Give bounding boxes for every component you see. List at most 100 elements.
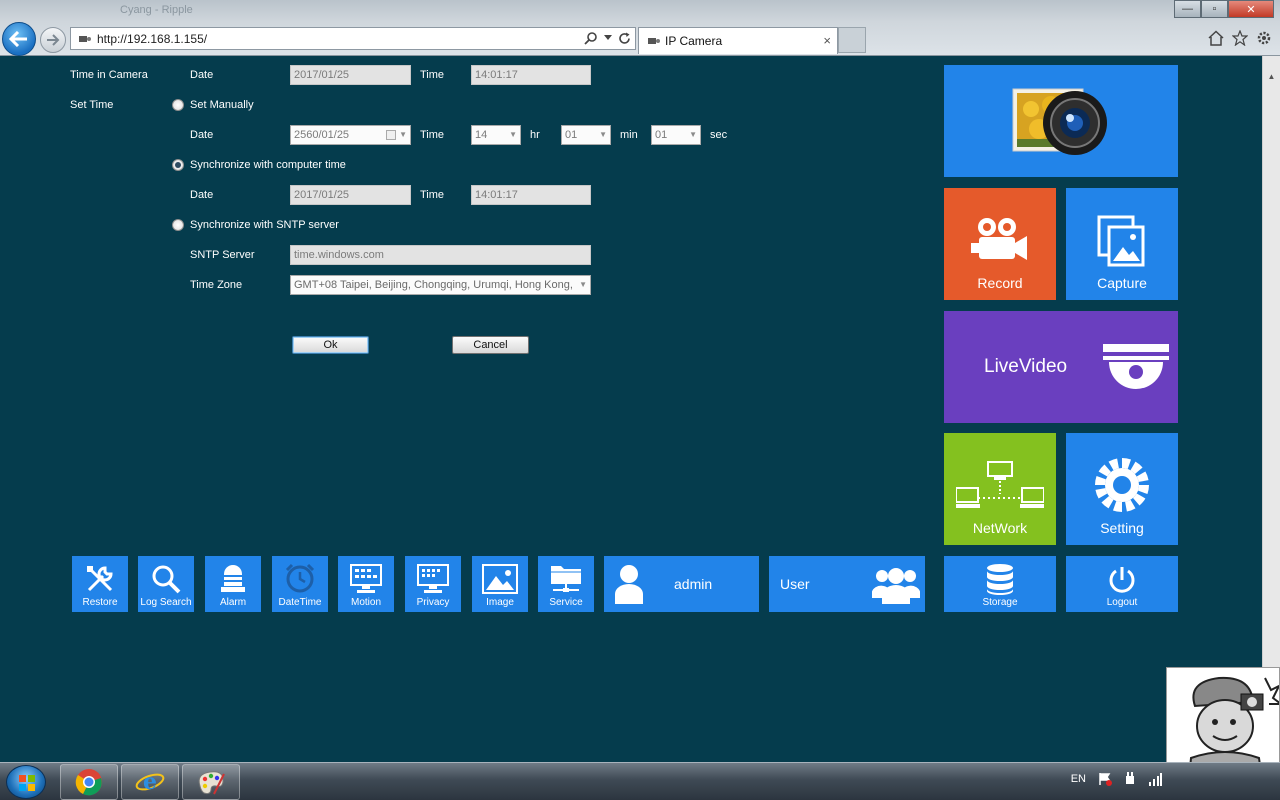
- favorites-star-icon[interactable]: [1232, 30, 1248, 46]
- refresh-icon[interactable]: [618, 32, 631, 45]
- manual-date-value: 2560/01/25: [294, 129, 350, 141]
- menu-restore[interactable]: Restore: [72, 556, 128, 612]
- time-zone-label: Time Zone: [190, 279, 243, 291]
- chevron-down-icon[interactable]: ▼: [399, 126, 407, 144]
- back-button[interactable]: [2, 22, 36, 56]
- site-favicon-icon: [648, 38, 660, 44]
- wrench-screwdriver-icon: [87, 566, 113, 592]
- arrow-right-icon: [47, 34, 60, 46]
- computer-date-label: Date: [190, 189, 214, 201]
- menu-label: Alarm: [219, 597, 247, 608]
- capture-label: Capture: [1097, 275, 1147, 291]
- sntp-server-input[interactable]: time.windows.com: [290, 245, 591, 265]
- power-plug-icon[interactable]: [1124, 772, 1136, 786]
- sync-sntp-radio[interactable]: [172, 219, 184, 231]
- sync-computer-radio[interactable]: [172, 159, 184, 171]
- setting-label: Setting: [1100, 520, 1144, 536]
- manual-time-label: Time: [420, 129, 445, 141]
- close-button[interactable]: ✕: [1228, 0, 1274, 18]
- arrow-left-icon: [9, 31, 27, 47]
- time-zone-select[interactable]: GMT+08 Taipei, Beijing, Chongqing, Urumq…: [290, 275, 591, 295]
- new-tab-button[interactable]: [838, 27, 866, 53]
- record-tile[interactable]: Record: [944, 188, 1056, 300]
- storage-tile[interactable]: Storage: [944, 556, 1056, 612]
- vertical-scrollbar[interactable]: ▲: [1262, 56, 1280, 762]
- language-indicator[interactable]: EN: [1071, 773, 1086, 785]
- taskbar-internet-explorer[interactable]: e: [121, 764, 179, 800]
- svg-text:e: e: [143, 769, 157, 795]
- home-icon[interactable]: [1208, 30, 1224, 46]
- taskbar-chrome[interactable]: [60, 764, 118, 800]
- admin-label: admin: [674, 576, 713, 592]
- search-icon[interactable]: [584, 31, 598, 45]
- minimize-button[interactable]: —: [1174, 0, 1201, 18]
- user-label: User: [780, 576, 810, 592]
- camera-date-label: Date: [190, 69, 214, 81]
- ok-button[interactable]: Ok: [292, 336, 369, 354]
- system-tray: EN: [1071, 772, 1162, 786]
- menu-privacy[interactable]: Privacy: [405, 556, 461, 612]
- calendar-icon[interactable]: [386, 130, 396, 140]
- power-icon: [1109, 567, 1135, 593]
- windows-logo-icon: [19, 775, 35, 791]
- menu-image[interactable]: Image: [472, 556, 528, 612]
- settings-gear-icon[interactable]: [1256, 30, 1272, 46]
- second-unit-label: sec: [710, 129, 728, 141]
- setting-tile[interactable]: Setting: [1066, 433, 1178, 545]
- start-button[interactable]: [6, 765, 46, 799]
- menu-service[interactable]: Service: [538, 556, 594, 612]
- network-tile[interactable]: NetWork: [944, 433, 1056, 545]
- chevron-down-icon: ▼: [509, 130, 517, 139]
- minute-value: 01: [565, 129, 578, 141]
- set-manually-label[interactable]: Set Manually: [190, 99, 254, 111]
- minute-unit-label: min: [620, 129, 638, 141]
- manual-date-picker[interactable]: 2560/01/25 ▼: [290, 125, 411, 145]
- menu-label: Image: [486, 597, 514, 608]
- sync-computer-label[interactable]: Synchronize with computer time: [190, 159, 346, 171]
- action-center-flag-icon[interactable]: [1098, 772, 1112, 786]
- logout-label: Logout: [1106, 597, 1138, 608]
- menu-label: Service: [549, 597, 583, 608]
- menu-alarm[interactable]: Alarm: [205, 556, 261, 612]
- menu-log-search[interactable]: Log Search: [138, 556, 194, 612]
- chevron-down-icon: ▼: [576, 276, 587, 294]
- logout-tile[interactable]: Logout: [1066, 556, 1178, 612]
- admin-tile[interactable]: admin: [604, 556, 759, 612]
- address-bar[interactable]: http://192.168.1.155/: [70, 27, 636, 50]
- storage-label: Storage: [982, 597, 1018, 608]
- chevron-down-icon: ▼: [689, 130, 697, 139]
- user-tile[interactable]: User: [769, 556, 925, 612]
- hour-select[interactable]: 14 ▼: [471, 125, 521, 145]
- second-select[interactable]: 01 ▼: [651, 125, 701, 145]
- menu-motion[interactable]: Motion: [338, 556, 394, 612]
- hour-unit-label: hr: [530, 129, 540, 141]
- menu-label: Motion: [350, 597, 381, 608]
- camera-home-tile[interactable]: [944, 65, 1178, 177]
- network-label: NetWork: [972, 520, 1028, 536]
- tab-close-icon[interactable]: ×: [823, 33, 831, 48]
- capture-tile[interactable]: Capture: [1066, 188, 1178, 300]
- sntp-server-label: SNTP Server: [190, 249, 255, 261]
- network-signal-icon[interactable]: [1148, 772, 1162, 786]
- manual-date-label: Date: [190, 129, 214, 141]
- minute-select[interactable]: 01 ▼: [561, 125, 611, 145]
- menu-label: Restore: [82, 597, 118, 608]
- menu-datetime[interactable]: DateTime: [272, 556, 328, 612]
- dropdown-arrow-icon[interactable]: [604, 35, 612, 41]
- address-url[interactable]: http://192.168.1.155/: [97, 32, 207, 46]
- magnifier-icon: [152, 565, 181, 594]
- taskbar-paint[interactable]: [182, 764, 240, 800]
- tab-ip-camera[interactable]: IP Camera ×: [638, 27, 838, 54]
- siren-icon: [221, 565, 245, 592]
- sync-sntp-label[interactable]: Synchronize with SNTP server: [190, 219, 339, 231]
- maximize-button[interactable]: ▫: [1201, 0, 1228, 18]
- computer-date-field: 2017/01/25: [290, 185, 411, 205]
- second-value: 01: [655, 129, 668, 141]
- dome-camera-icon: [1103, 344, 1170, 389]
- video-camera-icon: [971, 218, 1027, 260]
- livevideo-tile[interactable]: LiveVideo: [944, 311, 1178, 423]
- cancel-button[interactable]: Cancel: [452, 336, 529, 354]
- forward-button[interactable]: [40, 27, 66, 53]
- scroll-up-icon[interactable]: ▲: [1263, 68, 1280, 85]
- set-manually-radio[interactable]: [172, 99, 184, 111]
